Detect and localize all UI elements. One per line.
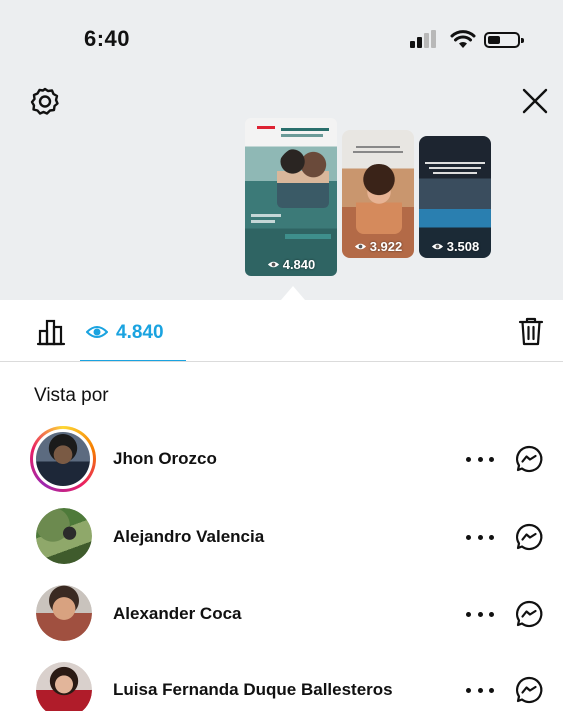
divider: [0, 361, 563, 362]
eye-icon: [267, 261, 279, 268]
avatar[interactable]: [36, 662, 92, 711]
eye-icon: [86, 326, 108, 338]
avatar[interactable]: [36, 585, 92, 641]
messenger-icon[interactable]: [514, 599, 544, 629]
trash-icon[interactable]: [518, 316, 544, 346]
close-icon[interactable]: [520, 86, 550, 116]
viewer-name: Alexander Coca: [113, 604, 242, 623]
status-time: 6:40: [84, 26, 131, 51]
story-views-3: 3.508: [419, 239, 491, 254]
eye-icon: [431, 243, 443, 250]
viewer-name: Jhon Orozco: [113, 449, 217, 468]
avatar[interactable]: [36, 508, 92, 564]
story-views-label-3: 3.508: [446, 239, 480, 254]
status-icons: [410, 30, 530, 50]
story-views-2: 3.922: [342, 239, 414, 254]
messenger-icon[interactable]: [514, 675, 544, 705]
viewer-row[interactable]: Jhon Orozco: [0, 424, 563, 494]
story-thumbnail-1[interactable]: 4.840: [245, 118, 337, 276]
more-icon[interactable]: [466, 527, 494, 547]
viewer-name: Luisa Fernanda Duque Ballesteros: [113, 680, 393, 699]
wifi-icon: [450, 30, 476, 48]
viewer-row[interactable]: Alexander Coca: [0, 582, 563, 652]
viewer-row[interactable]: Luisa Fernanda Duque Ballesteros: [0, 659, 563, 711]
tab-viewers[interactable]: 4.840: [80, 314, 186, 362]
messenger-icon[interactable]: [514, 522, 544, 552]
eye-icon: [354, 243, 366, 250]
views-count: 4.840: [116, 322, 164, 343]
story-thumbnail-2[interactable]: 3.922: [342, 130, 414, 258]
story-views-label-2: 3.922: [369, 239, 403, 254]
viewer-row[interactable]: Alejandro Valencia: [0, 505, 563, 575]
story-views-1: 4.840: [245, 257, 337, 272]
viewer-name: Alejandro Valencia: [113, 527, 265, 546]
chart-icon[interactable]: [36, 318, 66, 346]
more-icon[interactable]: [466, 680, 494, 700]
selected-story-pointer: [281, 286, 305, 300]
more-icon[interactable]: [466, 604, 494, 624]
battery-icon: [484, 32, 524, 48]
story-thumbnail-3[interactable]: 3.508: [419, 136, 491, 258]
more-icon[interactable]: [466, 449, 494, 469]
settings-icon[interactable]: [30, 86, 60, 116]
messenger-icon[interactable]: [514, 444, 544, 474]
section-title: Vista por: [34, 385, 109, 406]
avatar[interactable]: [30, 426, 96, 492]
signal-icon: [410, 30, 440, 48]
story-views-label-1: 4.840: [282, 257, 316, 272]
